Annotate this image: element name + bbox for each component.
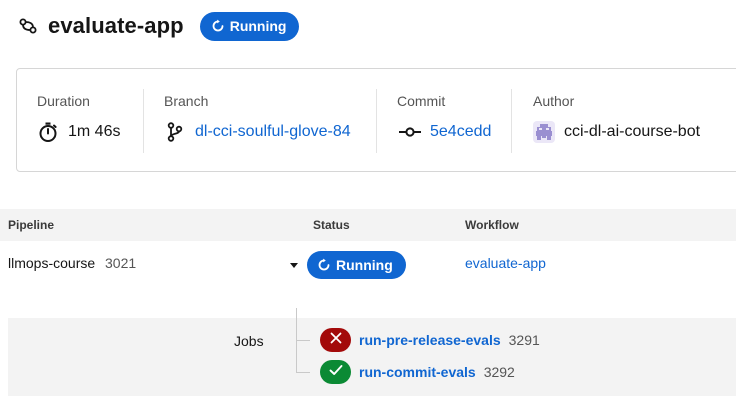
commit-field: Commit 5e4cedd bbox=[397, 89, 507, 153]
branch-label: Branch bbox=[164, 93, 209, 109]
column-header-pipeline: Pipeline bbox=[8, 218, 55, 232]
jobs-panel: Jobs run-pre-release-evals 3291 run-comm… bbox=[8, 308, 736, 396]
page-title: evaluate-app bbox=[48, 13, 184, 38]
workflow-status-label: Running bbox=[229, 18, 287, 34]
list-item: run-commit-evals 3292 bbox=[320, 359, 515, 385]
field-divider bbox=[376, 89, 377, 153]
duration-field: Duration 1m 46s bbox=[37, 89, 147, 153]
success-status-badge bbox=[320, 360, 351, 384]
pipeline-status-badge[interactable]: Running bbox=[307, 251, 406, 279]
duration-value: 1m 46s bbox=[68, 123, 121, 140]
column-header-status: Status bbox=[313, 218, 350, 232]
pipeline-number: 3021 bbox=[105, 255, 137, 271]
check-icon bbox=[329, 363, 343, 381]
duration-label: Duration bbox=[37, 93, 90, 109]
running-spinner-icon bbox=[211, 19, 225, 33]
pipeline-status-label: Running bbox=[336, 257, 393, 273]
tree-connector bbox=[296, 340, 310, 341]
jobs-label: Jobs bbox=[234, 333, 264, 349]
workflow-icon bbox=[17, 15, 39, 37]
job-number: 3291 bbox=[508, 332, 540, 348]
running-spinner-icon bbox=[317, 258, 331, 272]
author-label: Author bbox=[533, 93, 575, 109]
column-header-workflow: Workflow bbox=[465, 218, 519, 232]
author-field: Author cci-dl-ai-course-bot bbox=[533, 89, 736, 153]
list-item: run-pre-release-evals 3291 bbox=[320, 327, 540, 353]
job-link-run-commit-evals[interactable]: run-commit-evals bbox=[359, 364, 476, 380]
workflow-link[interactable]: evaluate-app bbox=[465, 255, 546, 271]
field-divider bbox=[511, 89, 512, 153]
page-header: evaluate-app Running bbox=[17, 10, 300, 42]
caret-down-icon[interactable] bbox=[290, 263, 298, 268]
job-link-run-pre-release-evals[interactable]: run-pre-release-evals bbox=[359, 332, 501, 348]
x-icon bbox=[330, 331, 342, 349]
commit-link[interactable]: 5e4cedd bbox=[430, 123, 491, 141]
field-divider bbox=[143, 89, 144, 153]
stopwatch-icon bbox=[37, 121, 59, 143]
pipeline-name: llmops-course bbox=[8, 255, 96, 271]
tree-connector bbox=[296, 372, 310, 373]
failed-status-badge bbox=[320, 328, 351, 352]
commit-icon bbox=[397, 121, 423, 143]
git-branch-icon bbox=[164, 121, 186, 143]
branch-field: Branch dl-cci-soulful-glove-84 bbox=[164, 89, 374, 153]
branch-link[interactable]: dl-cci-soulful-glove-84 bbox=[195, 123, 351, 141]
table-row: llmops-course 3021 Running evaluate-app bbox=[0, 241, 736, 285]
avatar bbox=[533, 121, 555, 143]
workflow-status-badge: Running bbox=[199, 11, 300, 41]
author-value: cci-dl-ai-course-bot bbox=[564, 123, 701, 140]
pipeline-table-header: Pipeline Status Workflow bbox=[0, 209, 736, 241]
commit-label: Commit bbox=[397, 93, 446, 109]
workflow-summary-card: Duration 1m 46s Branch dl-cci-soulful-gl… bbox=[16, 68, 736, 172]
job-number: 3292 bbox=[483, 364, 515, 380]
